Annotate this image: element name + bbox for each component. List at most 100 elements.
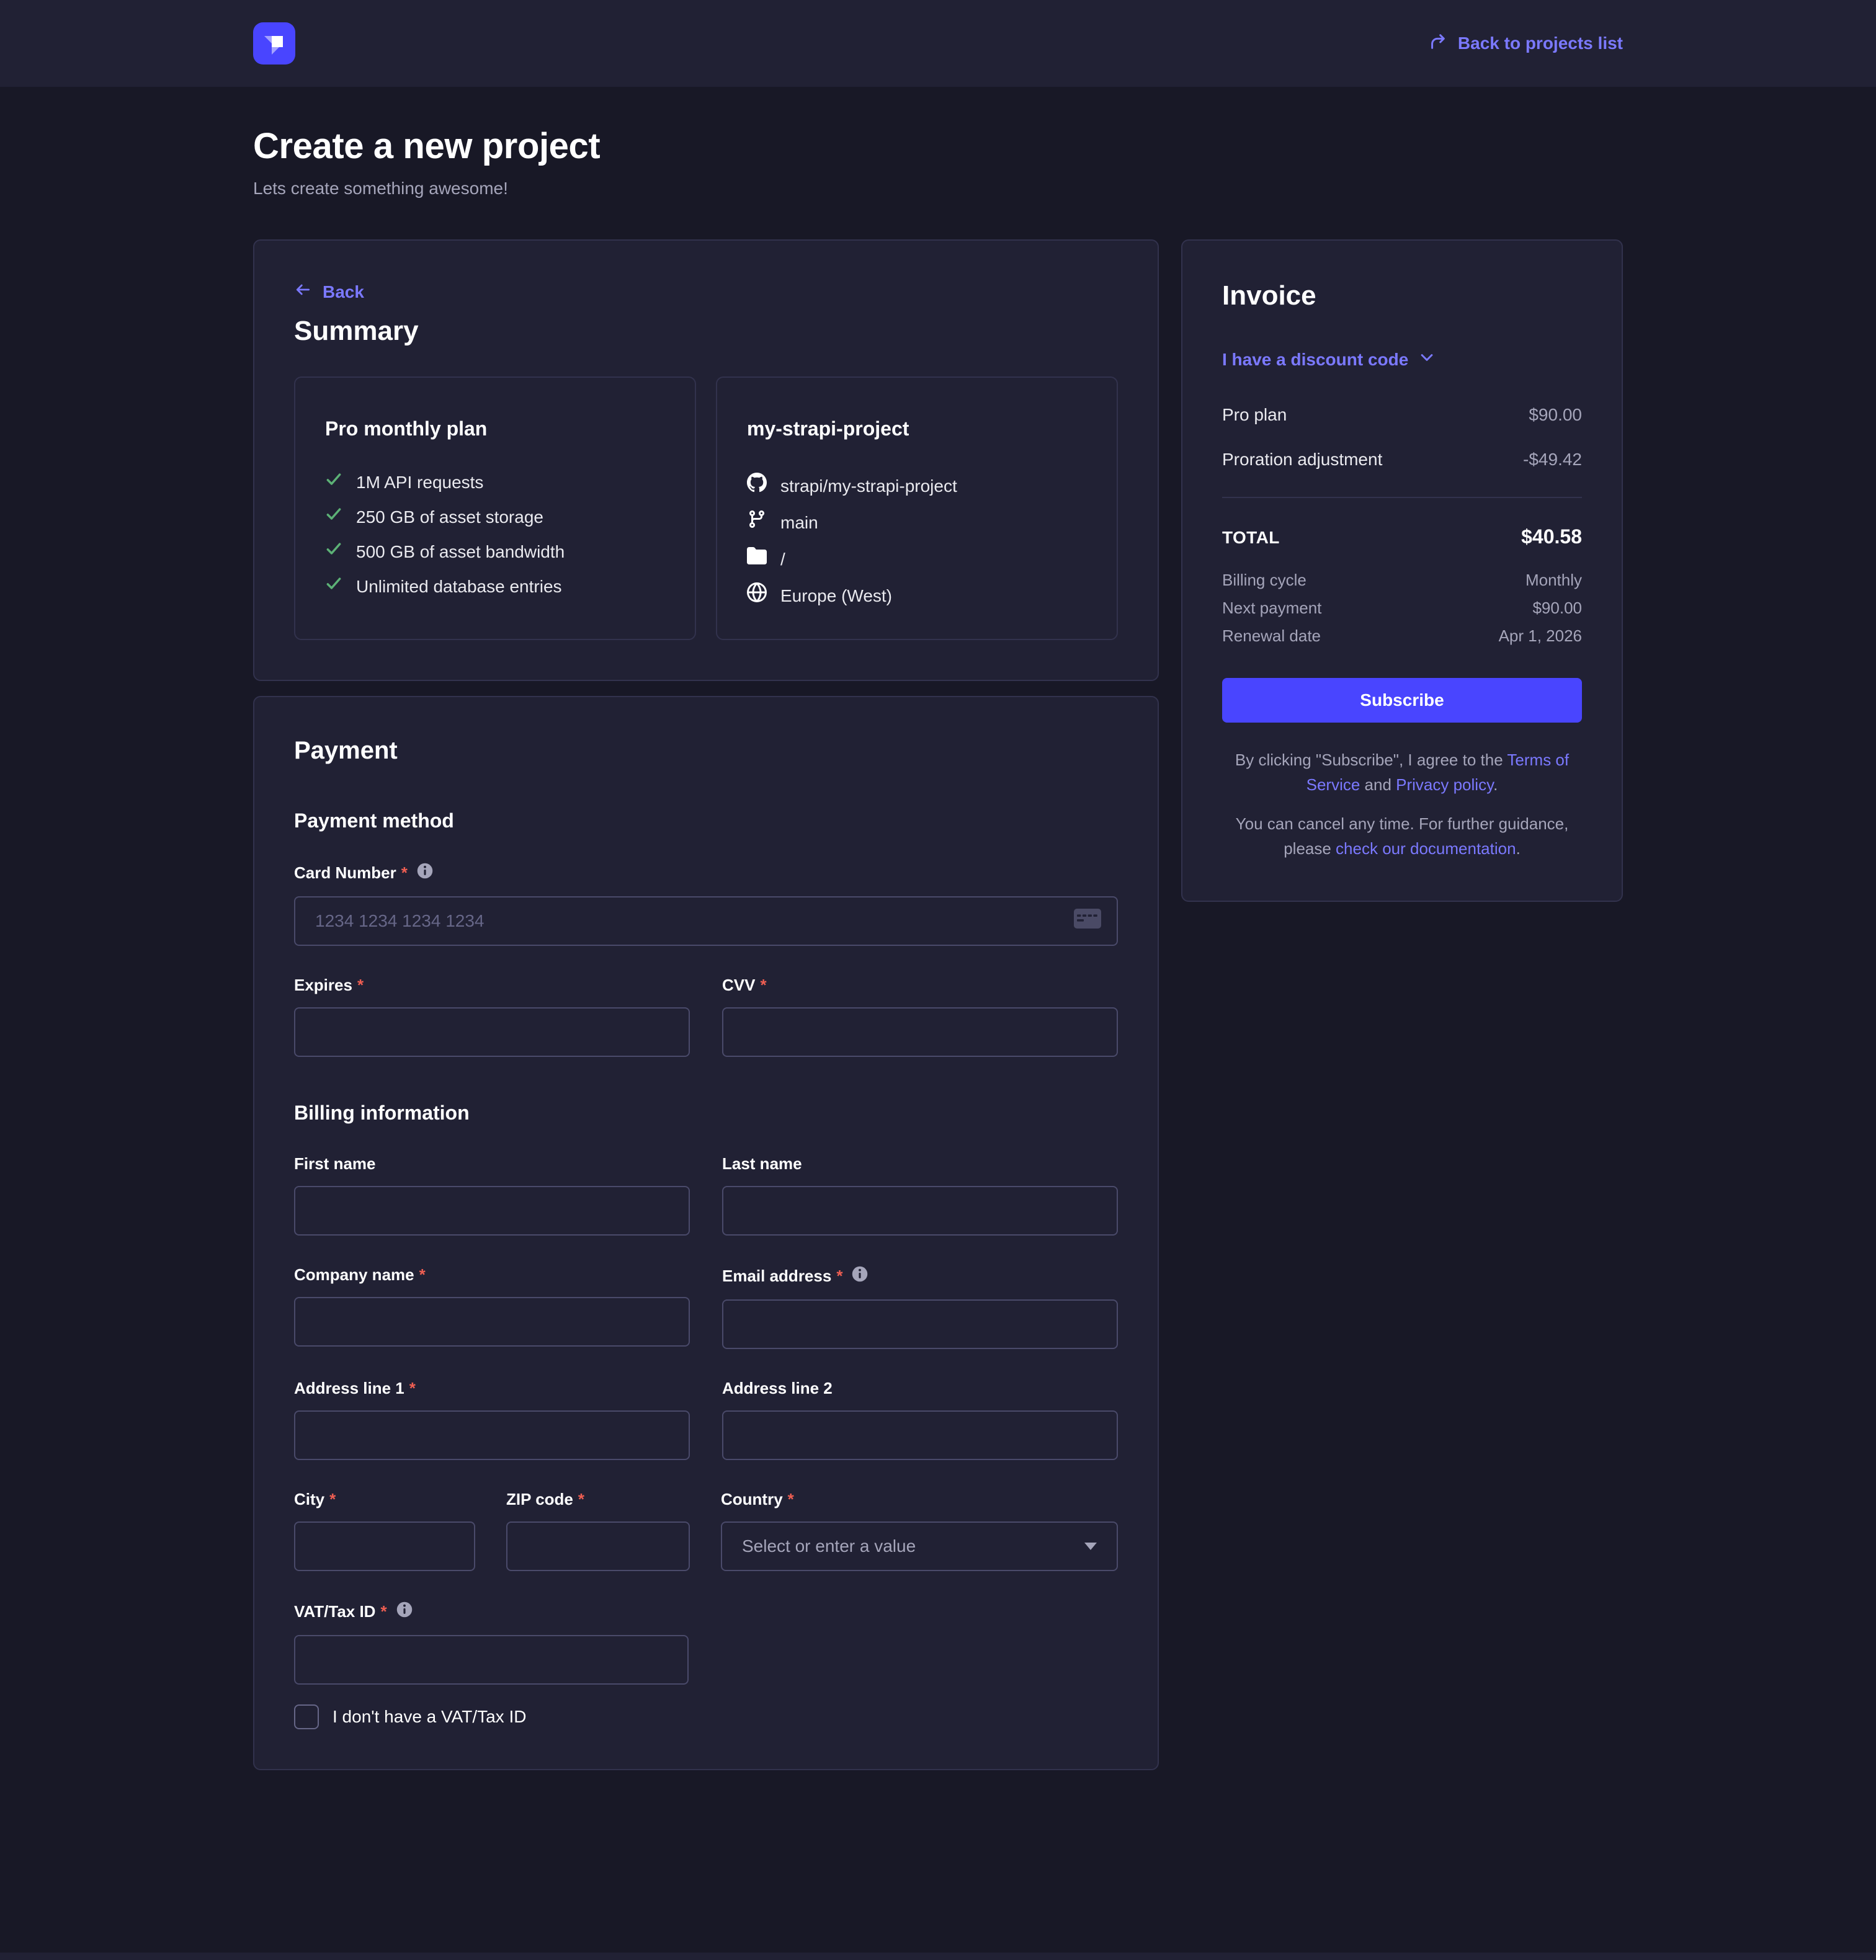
line-item-label: Proration adjustment bbox=[1222, 450, 1382, 470]
feature-item: 250 GB of asset storage bbox=[325, 505, 665, 530]
back-link[interactable]: Back bbox=[294, 281, 364, 303]
bottom-strip bbox=[0, 1953, 1876, 1960]
expires-input[interactable] bbox=[294, 1007, 690, 1057]
country-field: Country * Select or enter a value bbox=[721, 1460, 1118, 1571]
first-name-field: First name bbox=[294, 1125, 690, 1236]
address-line1-field: Address line 1 * bbox=[294, 1349, 690, 1460]
city-input[interactable] bbox=[294, 1521, 475, 1571]
required-marker: * bbox=[401, 863, 408, 883]
vat-input[interactable] bbox=[294, 1635, 689, 1685]
invoice-panel: Invoice I have a discount code Pro plan … bbox=[1181, 239, 1623, 902]
documentation-link[interactable]: check our documentation bbox=[1336, 839, 1516, 858]
back-link-label: Back bbox=[323, 282, 364, 302]
city-field: City * bbox=[294, 1460, 475, 1571]
page-subtitle: Lets create something awesome! bbox=[253, 179, 1623, 198]
base-directory-label: / bbox=[780, 547, 785, 572]
country-select[interactable]: Select or enter a value bbox=[721, 1521, 1118, 1571]
vat-label: VAT/Tax ID * bbox=[294, 1601, 689, 1623]
plan-features-list: 1M API requests 250 GB of asset storage … bbox=[325, 470, 665, 599]
privacy-policy-link[interactable]: Privacy policy bbox=[1396, 775, 1493, 794]
page-title: Create a new project bbox=[253, 124, 1623, 169]
invoice-divider bbox=[1222, 497, 1582, 498]
project-card: my-strapi-project strapi/my-strapi-proje… bbox=[716, 376, 1118, 640]
cvv-field: CVV * bbox=[722, 946, 1118, 1057]
terms-text: By clicking "Subscribe", I agree to the … bbox=[1222, 747, 1582, 798]
branch-label: main bbox=[780, 510, 818, 535]
repository-row: strapi/my-strapi-project bbox=[747, 473, 1087, 499]
no-vat-checkbox-label: I don't have a VAT/Tax ID bbox=[333, 1707, 526, 1727]
zip-code-field: ZIP code * bbox=[506, 1460, 690, 1571]
expires-label: Expires * bbox=[294, 976, 690, 995]
address-line1-label: Address line 1 * bbox=[294, 1379, 690, 1398]
zip-code-input[interactable] bbox=[506, 1521, 690, 1571]
detail-label: Billing cycle bbox=[1222, 571, 1306, 590]
feature-label: Unlimited database entries bbox=[356, 574, 562, 599]
expires-field: Expires * bbox=[294, 946, 690, 1057]
feature-label: 500 GB of asset bandwidth bbox=[356, 540, 565, 564]
company-name-label: Company name * bbox=[294, 1265, 690, 1285]
summary-title: Summary bbox=[294, 316, 1118, 347]
email-input[interactable] bbox=[722, 1299, 1118, 1349]
detail-value: Monthly bbox=[1525, 571, 1582, 590]
last-name-input[interactable] bbox=[722, 1186, 1118, 1236]
required-marker: * bbox=[329, 1490, 336, 1509]
detail-value: $90.00 bbox=[1532, 599, 1582, 618]
repository-label: strapi/my-strapi-project bbox=[780, 474, 957, 499]
check-icon bbox=[325, 505, 342, 530]
invoice-details: Billing cycle Monthly Next payment $90.0… bbox=[1222, 571, 1582, 646]
project-name: my-strapi-project bbox=[747, 417, 1087, 440]
city-label: City * bbox=[294, 1490, 475, 1509]
card-number-label: Card Number * bbox=[294, 862, 1118, 884]
invoice-line-item: Pro plan $90.00 bbox=[1222, 405, 1582, 425]
card-number-input[interactable] bbox=[294, 896, 1118, 946]
email-field: Email address * bbox=[722, 1236, 1118, 1349]
company-name-input[interactable] bbox=[294, 1297, 690, 1347]
address-line2-input[interactable] bbox=[722, 1410, 1118, 1460]
required-marker: * bbox=[760, 976, 766, 995]
plan-title: Pro monthly plan bbox=[325, 417, 665, 440]
line-item-label: Pro plan bbox=[1222, 405, 1287, 425]
feature-label: 1M API requests bbox=[356, 470, 483, 495]
first-name-label: First name bbox=[294, 1154, 690, 1174]
feature-item: 500 GB of asset bandwidth bbox=[325, 540, 665, 564]
discount-code-label: I have a discount code bbox=[1222, 350, 1408, 370]
redo-arrow-icon bbox=[1428, 32, 1447, 55]
info-icon bbox=[396, 1601, 413, 1623]
discount-code-link[interactable]: I have a discount code bbox=[1222, 349, 1436, 370]
detail-label: Next payment bbox=[1222, 599, 1321, 618]
plan-card: Pro monthly plan 1M API requests 250 GB … bbox=[294, 376, 696, 640]
detail-value: Apr 1, 2026 bbox=[1499, 626, 1582, 646]
header: Back to projects list bbox=[0, 0, 1876, 87]
cancel-text: You can cancel any time. For further gui… bbox=[1222, 811, 1582, 862]
invoice-title: Invoice bbox=[1222, 280, 1582, 311]
last-name-field: Last name bbox=[722, 1125, 1118, 1236]
no-vat-checkbox[interactable] bbox=[294, 1704, 319, 1729]
back-to-projects-link[interactable]: Back to projects list bbox=[1428, 32, 1623, 55]
payment-title: Payment bbox=[294, 737, 1118, 765]
back-to-projects-label: Back to projects list bbox=[1458, 33, 1623, 53]
subscribe-button[interactable]: Subscribe bbox=[1222, 678, 1582, 723]
country-label: Country * bbox=[721, 1490, 1118, 1509]
next-payment-row: Next payment $90.00 bbox=[1222, 599, 1582, 618]
required-marker: * bbox=[419, 1265, 426, 1285]
first-name-input[interactable] bbox=[294, 1186, 690, 1236]
zip-code-label: ZIP code * bbox=[506, 1490, 690, 1509]
region-row: Europe (West) bbox=[747, 582, 1087, 609]
info-icon bbox=[416, 862, 434, 884]
invoice-total-row: TOTAL $40.58 bbox=[1222, 525, 1582, 548]
arrow-left-icon bbox=[294, 281, 311, 303]
address-line2-label: Address line 2 bbox=[722, 1379, 1118, 1398]
required-marker: * bbox=[788, 1490, 794, 1509]
chevron-down-icon bbox=[1418, 349, 1436, 370]
address-line1-input[interactable] bbox=[294, 1410, 690, 1460]
cvv-input[interactable] bbox=[722, 1007, 1118, 1057]
github-icon bbox=[747, 473, 767, 499]
branch-row: main bbox=[747, 509, 1087, 536]
check-icon bbox=[325, 540, 342, 564]
line-item-amount: $90.00 bbox=[1529, 405, 1582, 425]
required-marker: * bbox=[409, 1379, 416, 1398]
summary-card: Back Summary Pro monthly plan 1M API req… bbox=[253, 239, 1159, 681]
feature-item: 1M API requests bbox=[325, 470, 665, 495]
company-name-field: Company name * bbox=[294, 1236, 690, 1349]
check-icon bbox=[325, 574, 342, 599]
